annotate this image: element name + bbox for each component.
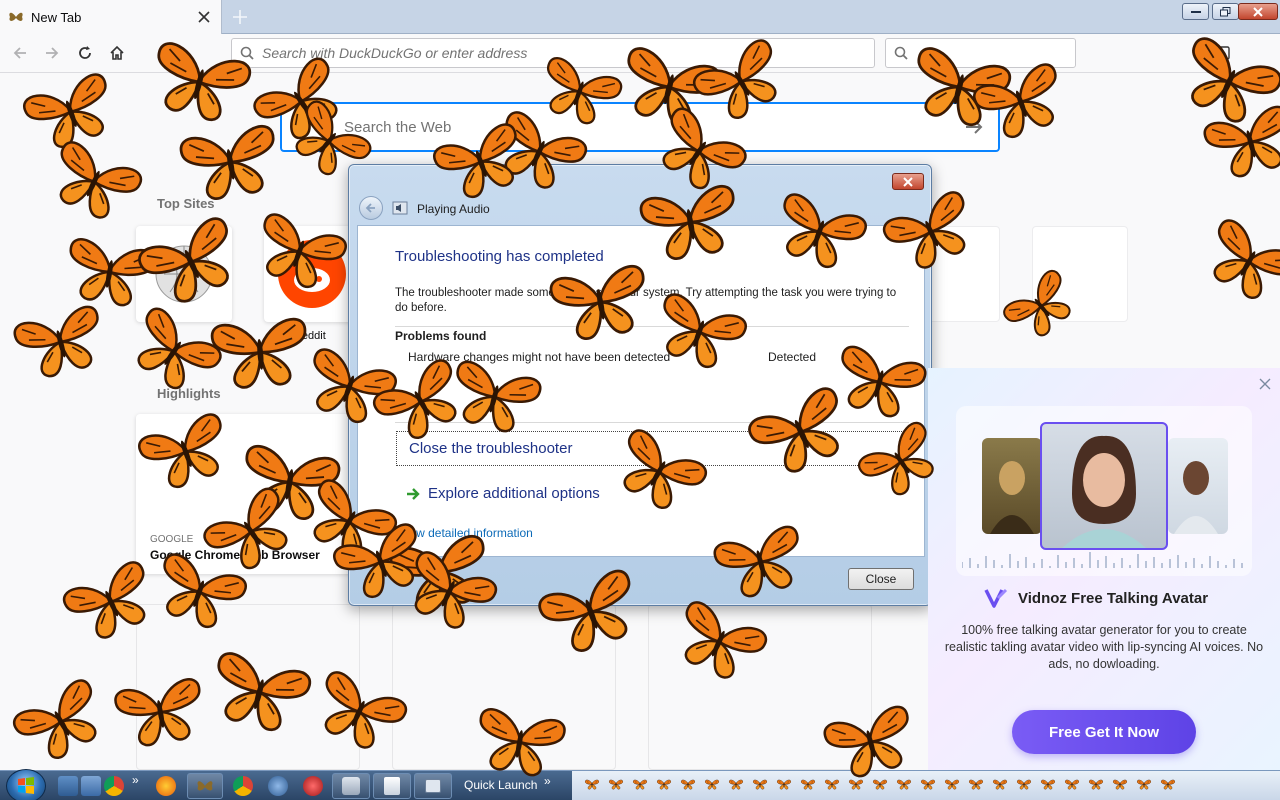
tab-strip: New Tab (0, 0, 1280, 34)
highlight-placeholder (136, 604, 360, 770)
ad-cta-button[interactable]: Free Get It Now (1012, 710, 1196, 754)
chevron-icon[interactable]: » (132, 773, 139, 787)
firefox-icon[interactable] (156, 776, 176, 796)
reload-button[interactable] (71, 39, 99, 67)
top-site-tile-wikipedia[interactable] (136, 226, 232, 322)
quick-launch-label: Quick Launch (464, 778, 538, 792)
back-button[interactable] (6, 39, 34, 67)
search-icon (240, 46, 254, 60)
troubleshooter-dialog: Playing Audio Troubleshooting has comple… (348, 164, 932, 606)
top-sites-title: Top Sites (157, 196, 215, 211)
url-placeholder: Search with DuckDuckGo or enter address (262, 45, 528, 61)
minimize-window-button[interactable] (1182, 3, 1209, 20)
chrome-icon[interactable] (104, 776, 124, 796)
highlight-card[interactable]: GOOGLE Google Chrome Web Browser (136, 414, 356, 574)
divider (395, 326, 909, 327)
taskbar-app-button[interactable] (332, 773, 370, 799)
web-search-input[interactable]: Search the Web (280, 102, 1000, 152)
close-troubleshooter-label: Close the troubleshooter (409, 440, 573, 457)
taskbar-troubleshooter-button[interactable] (414, 773, 452, 799)
web-search-placeholder: Search the Web (344, 118, 452, 136)
wikipedia-icon (155, 245, 213, 303)
dialog-title: Playing Audio (417, 202, 490, 216)
highlight-placeholder (648, 604, 872, 770)
taskbar: » Quick Launch » (0, 769, 1280, 800)
start-button[interactable] (6, 769, 46, 800)
close-tab-icon[interactable] (193, 6, 215, 28)
close-troubleshooter-option[interactable]: Close the troubleshooter (396, 431, 904, 466)
close-ad-icon[interactable] (1257, 376, 1273, 392)
quick-launch-chevron[interactable]: » (544, 774, 551, 788)
problem-status: Detected (768, 350, 817, 364)
top-site-label-reddit: reddit (298, 330, 326, 342)
search-box[interactable] (885, 38, 1076, 68)
highlight-placeholder (392, 604, 616, 770)
butterfly-icon (9, 12, 23, 21)
ad-panel: Vidnoz Free Talking Avatar 100% free tal… (928, 368, 1280, 770)
dialog-close-button[interactable] (892, 173, 924, 190)
avatar-thumbnail (1168, 438, 1228, 534)
dialog-heading: Troubleshooting has completed (395, 248, 604, 265)
url-bar[interactable]: Search with DuckDuckGo or enter address (231, 38, 875, 68)
show-desktop-icon[interactable] (58, 776, 78, 796)
app-icon[interactable] (268, 776, 288, 796)
navigation-toolbar: Search with DuckDuckGo or enter address (0, 35, 1280, 73)
back-arrow-icon[interactable] (359, 196, 383, 220)
tab-title: New Tab (31, 9, 82, 25)
explore-options-label: Explore additional options (428, 485, 600, 502)
highlight-source: GOOGLE (150, 534, 194, 545)
speaker-icon (392, 201, 408, 215)
green-arrow-icon (407, 487, 420, 500)
vidnoz-logo-icon (984, 588, 1008, 608)
explore-options-option[interactable]: Explore additional options (396, 476, 904, 511)
ad-description: 100% free talking avatar generator for y… (944, 623, 1264, 671)
problems-found-title: Problems found (395, 329, 487, 343)
chrome-icon[interactable] (233, 776, 253, 796)
problem-description: Hardware changes might not have been det… (408, 350, 671, 364)
tab-new-tab[interactable]: New Tab (0, 0, 222, 34)
ad-title: Vidnoz Free Talking Avatar (1018, 590, 1209, 607)
dialog-content: Troubleshooting has completed The troubl… (357, 225, 925, 557)
explorer-icon[interactable] (81, 776, 101, 796)
top-site-tile-reddit[interactable] (264, 226, 360, 322)
sidebar-icon[interactable] (1210, 41, 1234, 65)
taskbar-butterfly-app[interactable] (187, 773, 223, 799)
view-details-link[interactable]: View detailed information (399, 526, 533, 540)
avatar-main (1040, 422, 1168, 550)
restore-window-button[interactable] (1212, 3, 1239, 20)
avatar-thumbnail (982, 438, 1042, 534)
avatar-preview (956, 406, 1252, 576)
arrow-right-icon[interactable] (964, 117, 984, 137)
close-button[interactable]: Close (848, 568, 914, 590)
system-tray (572, 771, 1280, 800)
reddit-icon (278, 240, 346, 308)
search-icon (894, 46, 908, 60)
highlight-title: Google Chrome Web Browser (150, 548, 320, 562)
divider (395, 422, 909, 423)
forward-button[interactable] (38, 39, 66, 67)
top-site-tile-empty[interactable] (1032, 226, 1128, 322)
highlights-title: Highlights (157, 386, 221, 401)
close-window-button[interactable] (1238, 3, 1278, 20)
dialog-description: The troubleshooter made some changes to … (395, 287, 897, 314)
home-button[interactable] (103, 39, 131, 67)
taskbar-app-button[interactable] (373, 773, 411, 799)
app-icon[interactable] (303, 776, 323, 796)
audio-waveform (962, 552, 1243, 568)
new-tab-button[interactable] (228, 6, 252, 28)
